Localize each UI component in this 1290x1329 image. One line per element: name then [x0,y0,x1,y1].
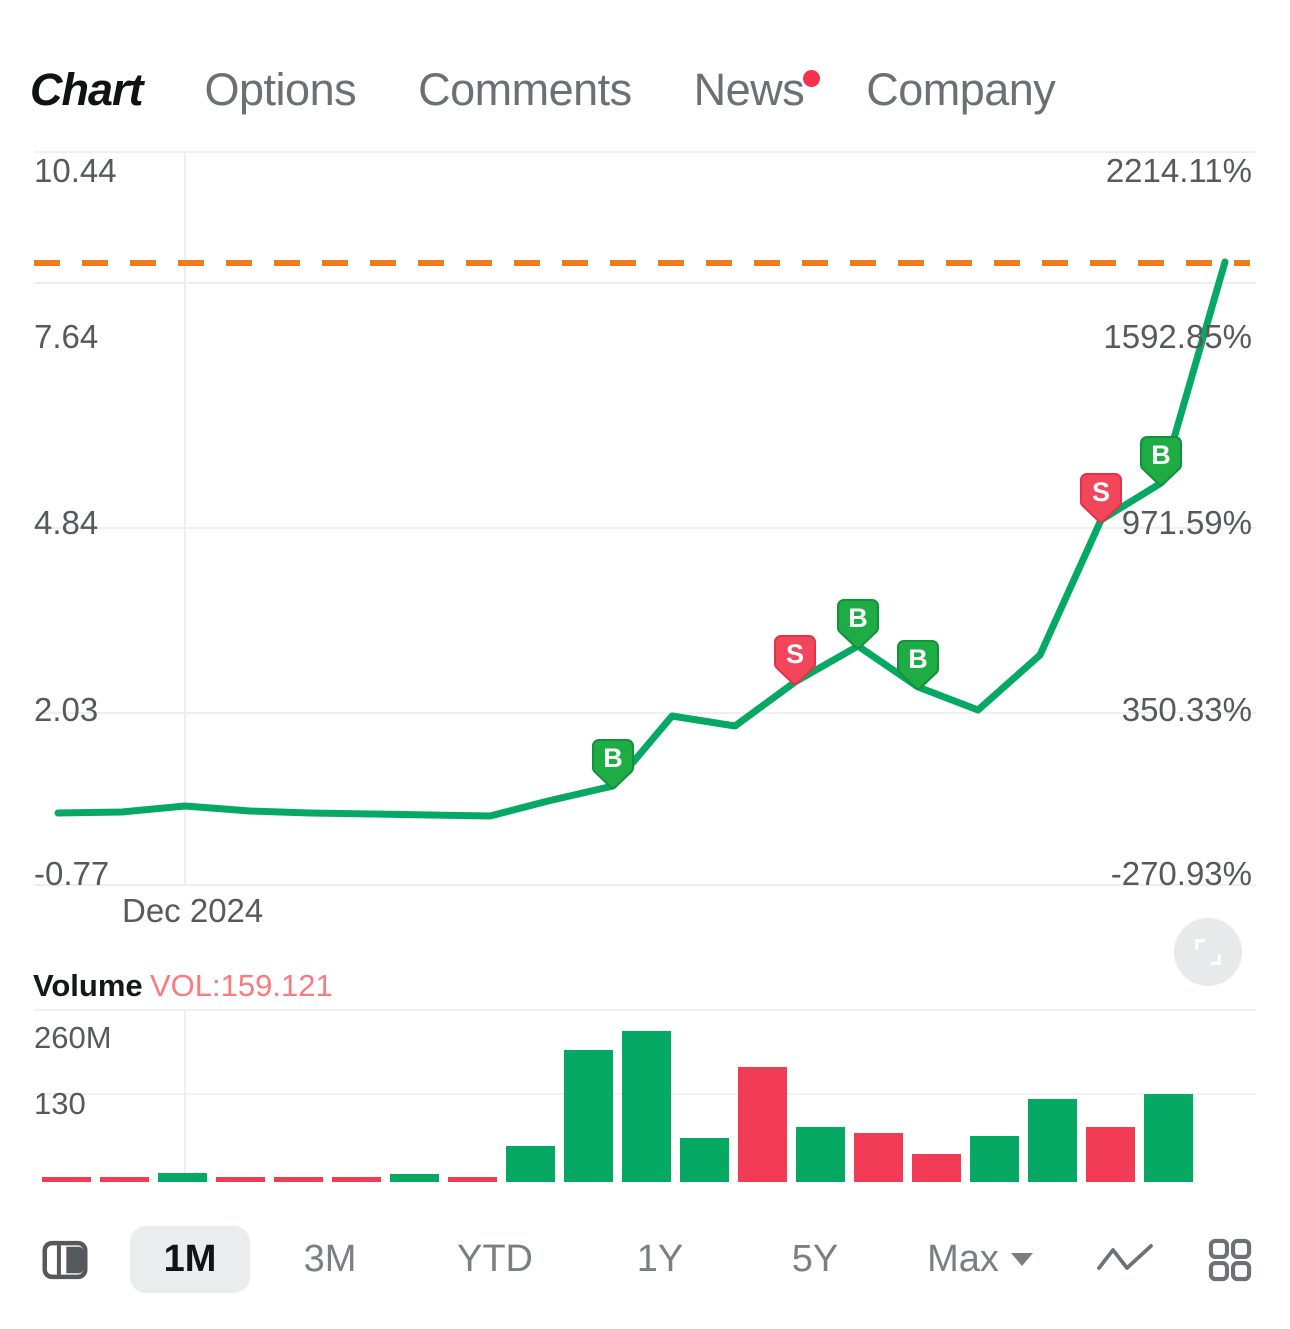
price-axis-left-0: 10.44 [34,152,117,189]
volume-bar [796,1127,845,1182]
range-5y-button[interactable]: 5Y [740,1238,890,1281]
split-panel-icon [42,1240,88,1279]
price-gridlines [34,151,1256,886]
tab-comments-label: Comments [418,64,632,115]
volume-bar [332,1177,381,1182]
volume-bar [506,1146,555,1182]
tab-chart[interactable]: Chart [30,64,148,146]
sell-marker[interactable]: S [1079,472,1123,524]
stock-chart-screen: Chart Options Comments News Company 10.4… [0,0,1290,1329]
volume-axis-label-1: 130 [34,1086,86,1121]
volume-bar [390,1174,439,1182]
volume-bar [970,1136,1019,1182]
volume-panel: Volume VOL:159.121 260M 130 [0,946,1290,1190]
tab-company-label: Company [866,64,1056,115]
price-axis-right-1: 1592.85% [1103,318,1252,355]
volume-bar [680,1138,729,1182]
buy-marker[interactable]: B [591,738,635,790]
range-max-dropdown[interactable]: Max [890,1238,1070,1281]
news-notification-dot-icon [803,70,821,87]
chevron-down-icon [1010,1253,1033,1266]
price-chart-panel[interactable]: 10.44 7.64 4.84 2.03 -0.77 2214.11% 1592… [0,146,1290,986]
price-axis-left-2: 4.84 [34,504,99,541]
price-axis-right-4: -270.93% [1110,855,1252,892]
line-chart-icon [1097,1243,1153,1270]
price-axis-right-0: 2214.11% [1105,152,1252,189]
buy-marker[interactable]: B [896,639,940,691]
marker-label: B [848,602,868,633]
price-axis-left-3: 2.03 [34,691,99,728]
buy-marker[interactable]: B [1139,435,1183,487]
volume-bar [448,1177,497,1182]
tab-options[interactable]: Options [205,64,357,146]
volume-bar [274,1177,323,1182]
price-axis-left-1: 7.64 [34,318,99,355]
range-1y-label: 1Y [636,1238,684,1280]
volume-bar [622,1031,671,1182]
top-tab-bar: Chart Options Comments News Company [0,0,1290,146]
volume-bar [158,1173,207,1182]
tab-news-label: News [693,64,805,115]
marker-label: S [1091,476,1110,507]
range-1y-button[interactable]: 1Y [580,1238,740,1281]
marker-label: B [1151,439,1171,470]
volume-bar [854,1133,903,1182]
volume-bar [100,1177,149,1182]
range-ytd-button[interactable]: YTD [410,1238,580,1281]
range-ytd-label: YTD [457,1238,533,1280]
range-3m-button[interactable]: 3M [250,1238,410,1281]
price-axis-left-4: -0.77 [34,855,110,892]
volume-axis-label-0: 260M [34,1020,112,1055]
marker-label: S [785,638,804,669]
volume-bar [738,1067,787,1182]
volume-bar [564,1050,613,1182]
volume-bars [42,1031,1193,1182]
chart-toolbar: 1M 3M YTD 1Y 5Y Max [0,1190,1290,1329]
volume-bar [912,1154,961,1182]
tab-comments[interactable]: Comments [418,64,632,146]
layout-toggle-button[interactable] [0,1233,130,1287]
tab-chart-label: Chart [30,64,144,115]
range-1m-label: 1M [163,1238,217,1280]
range-1m-button[interactable]: 1M [130,1226,250,1293]
volume-chart-svg [34,1009,1256,1182]
more-indicators-button[interactable] [1180,1234,1280,1286]
volume-bar [1144,1094,1193,1182]
price-chart-svg [34,151,1256,886]
grid-four-squares-icon [1208,1238,1252,1281]
tab-company[interactable]: Company [866,64,1056,146]
marker-label: B [603,742,623,773]
volume-bar [216,1177,265,1182]
volume-bar [1028,1099,1077,1182]
range-max-label: Max [927,1238,999,1280]
range-3m-label: 3M [303,1238,357,1280]
price-axis-right-2: 971.59% [1121,504,1252,541]
price-axis-right-3: 350.33% [1121,691,1252,728]
volume-bar [1086,1127,1135,1182]
tab-options-label: Options [204,64,357,115]
volume-bar [42,1177,91,1182]
marker-label: B [908,643,928,674]
buy-marker[interactable]: B [836,598,880,650]
chart-type-button[interactable] [1070,1241,1180,1279]
tab-news[interactable]: News [693,64,821,146]
price-line [54,258,1229,820]
sell-marker[interactable]: S [773,634,817,686]
x-axis-date-label: Dec 2024 [122,892,264,929]
range-5y-label: 5Y [791,1238,839,1280]
